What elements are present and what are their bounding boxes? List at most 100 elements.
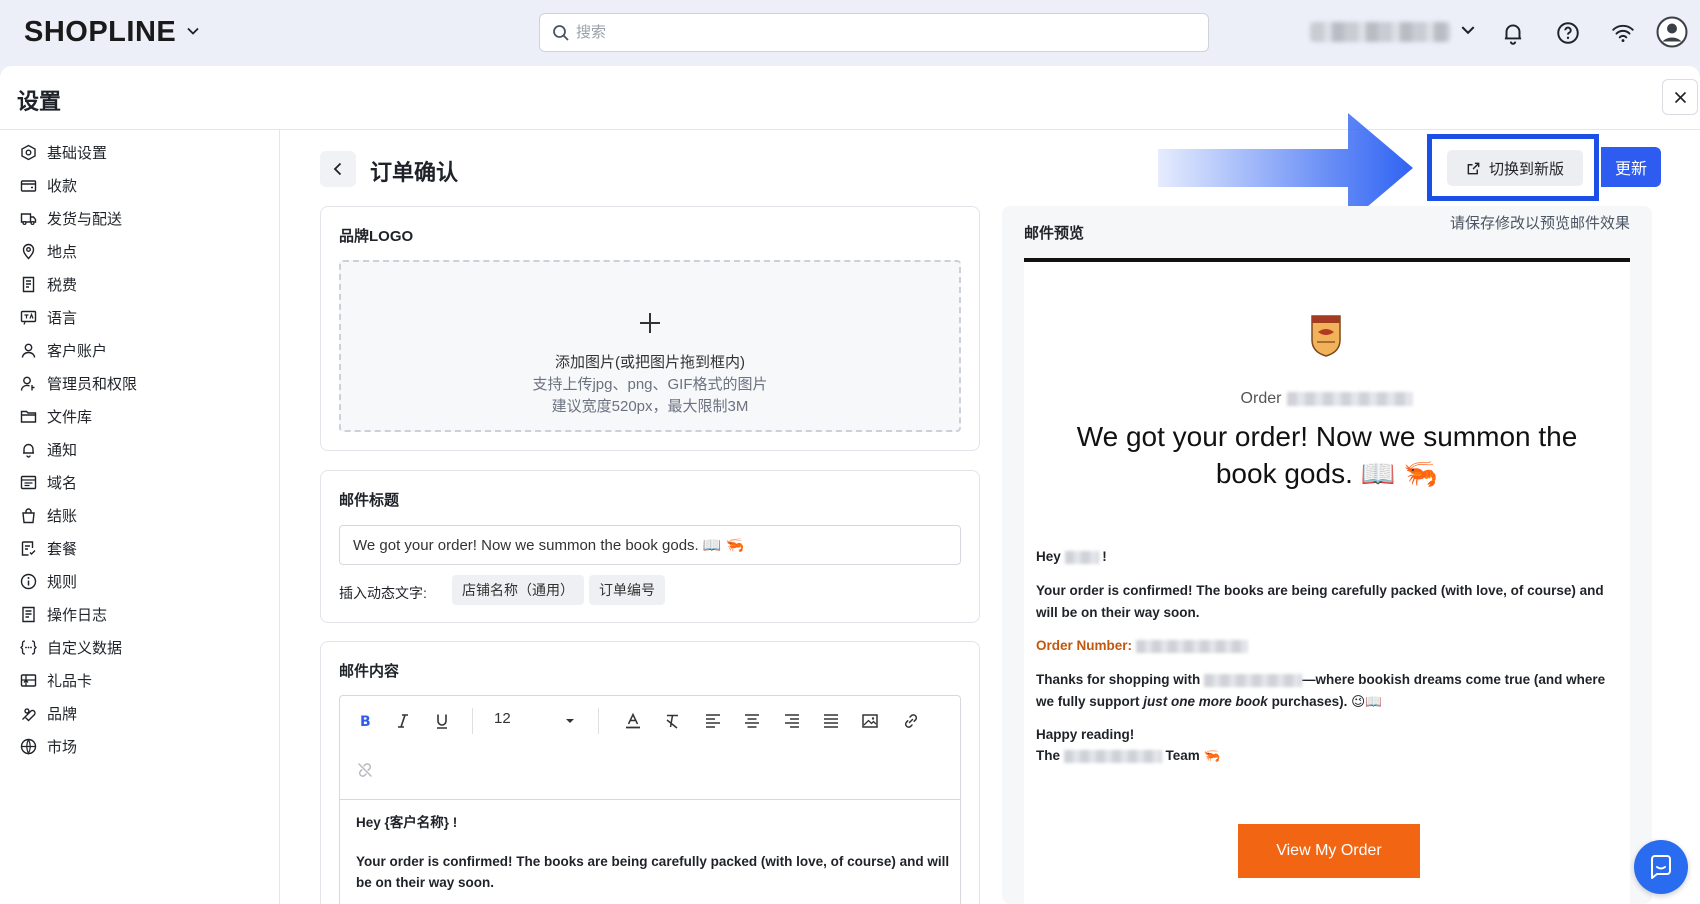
location-pin-icon [22,243,35,260]
sidebar-item-label: 市场 [47,738,78,756]
external-link-icon [1467,162,1480,174]
align-left-button[interactable] [702,710,724,732]
user-icon [21,343,36,358]
sidebar-item[interactable]: 收款 [20,171,270,199]
unlink-button[interactable] [354,759,376,781]
help-icon[interactable] [1555,20,1581,46]
store-chevron-down-icon[interactable] [1460,22,1476,38]
sidebar-item[interactable]: 操作日志 [20,600,270,628]
sidebar-item[interactable]: 自定义数据 [20,633,270,661]
align-right-button[interactable] [781,710,803,732]
plus-icon [640,313,660,333]
bell-icon[interactable] [1500,20,1526,46]
hexagon-gear-icon [21,144,36,160]
sidebar-item[interactable]: 结账 [20,501,270,529]
order-number-label: Order Number: [1036,638,1133,653]
view-my-order-button[interactable]: View My Order [1238,824,1420,878]
font-color-button[interactable] [622,710,644,732]
justify-button[interactable] [820,710,842,732]
sidebar-item-label: 礼品卡 [47,672,93,690]
editor-content[interactable]: Hey {客户名称} ! Your order is confirmed! Th… [356,812,952,893]
insert-link-button[interactable] [900,710,922,732]
back-button[interactable] [320,151,356,187]
switch-to-new-version-button[interactable]: 切换到新版 [1447,150,1583,186]
preview-hint: 请保存修改以预览邮件效果 [1450,215,1631,232]
sidebar-item[interactable]: 语言 [20,303,270,331]
search-input[interactable] [576,14,1196,51]
sidebar-item[interactable]: 市场 [20,732,270,760]
justify-icon [824,714,838,728]
bold-icon: B [360,714,371,730]
avatar-icon[interactable] [1656,16,1688,48]
underline-button[interactable] [431,710,453,732]
chevron-left-icon [333,162,342,176]
sidebar-item[interactable]: 套餐 [20,534,270,562]
sidebar-item[interactable]: 礼品卡 [20,666,270,694]
sidebar-item[interactable]: 地点 [20,237,270,265]
search-icon [553,25,569,41]
clear-format-button[interactable] [662,710,684,732]
tag-store-name[interactable]: 店铺名称（通用） [452,575,584,605]
sidebar-item[interactable]: 品牌 [20,699,270,727]
sidebar-item-label: 管理员和权限 [47,375,138,393]
toolbar-separator [472,708,473,734]
sidebar-item-label: 域名 [47,474,78,492]
insert-dynamic-text-label: 插入动态文字: [339,585,427,601]
panel-title: 设置 [17,89,62,114]
close-button[interactable] [1662,79,1698,115]
clear-format-icon [666,714,678,729]
unlink-icon [358,763,372,777]
underline-icon [437,714,447,729]
email-confirmed-paragraph: Your order is confirmed! The books are b… [1036,583,1604,620]
sidebar-item-label: 自定义数据 [47,639,123,657]
update-button[interactable]: 更新 [1601,147,1661,187]
email-content-card: 邮件内容 B 12 Hey {客户名称} ! Your order is con… [320,641,980,904]
align-center-button[interactable] [741,710,763,732]
order-line: Order [1024,390,1630,408]
rich-text-editor[interactable]: B 12 Hey {客户名称} ! Your order is confirme… [339,695,961,904]
email-preview-label: 邮件预览 [1024,225,1085,242]
bold-button[interactable]: B [354,710,376,732]
receipt-icon [22,276,35,292]
thanks-start: Thanks for shopping with [1036,672,1201,687]
sidebar-item[interactable]: 管理员和权限 [20,369,270,397]
store-selector[interactable] [1310,22,1450,42]
sidebar-item[interactable]: 规则 [20,567,270,595]
italic-button[interactable] [392,710,414,732]
chat-support-button[interactable] [1634,840,1688,894]
align-right-icon [785,714,799,728]
image-icon [862,714,878,728]
chevron-down-icon[interactable] [186,24,200,38]
caret-down-icon[interactable] [565,716,575,726]
sidebar-item[interactable]: 税费 [20,270,270,298]
tag-order-number[interactable]: 订单编号 [589,575,665,605]
search-box[interactable] [539,13,1209,52]
wallet-icon [20,179,37,192]
email-subject-label: 邮件标题 [339,492,400,509]
sidebar-item[interactable]: 域名 [20,468,270,496]
insert-image-button[interactable] [859,710,881,732]
thanks-em: just one more book [1143,694,1268,709]
sidebar-item-label: 结账 [47,507,78,525]
sidebar-item[interactable]: 发货与配送 [20,204,270,232]
align-center-icon [745,714,759,728]
logo-upload-area[interactable]: 添加图片(或把图片拖到框内) 支持上传jpg、png、GIF格式的图片 建议宽度… [339,260,961,432]
thanks-end: purchases). 😉📖 [1271,694,1382,709]
editor-paragraph: Your order is confirmed! The books are b… [356,854,950,890]
signature-team: Team 🦐 [1165,748,1221,763]
shopline-logo[interactable]: SHOPLINE [24,16,176,49]
store-crest-logo [1311,315,1341,357]
wifi-icon[interactable] [1610,20,1636,46]
sidebar-item-label: 客户账户 [47,342,108,360]
log-icon [22,606,35,622]
store-name-redacted [1063,749,1162,763]
email-signature: The Team 🦐 [1036,745,1616,767]
sidebar-item[interactable]: 客户账户 [20,336,270,364]
gift-card-icon [20,673,37,687]
email-subject-input[interactable]: We got your order! Now we summon the boo… [339,525,961,565]
sidebar-item-label: 地点 [47,243,78,261]
font-size-select[interactable]: 12 [494,710,574,727]
sidebar-item[interactable]: 基础设置 [20,138,270,166]
sidebar-item[interactable]: 文件库 [20,402,270,430]
sidebar-item[interactable]: 通知 [20,435,270,463]
